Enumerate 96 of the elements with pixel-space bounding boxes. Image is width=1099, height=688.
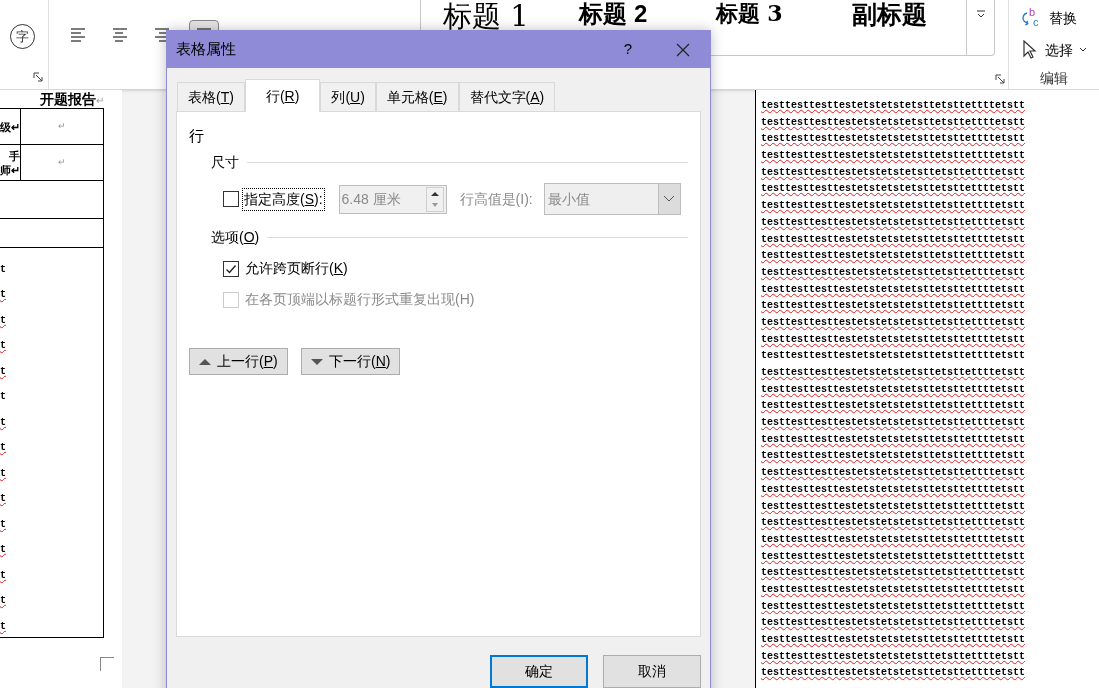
tab[interactable]: 行(R) — [244, 79, 321, 112]
chevron-down-icon — [663, 195, 676, 203]
document-text: t — [0, 493, 6, 505]
document-text: testtesttesttestetstetstetsttetsttettttetstt — [761, 450, 1026, 462]
checkbox[interactable] — [223, 191, 239, 207]
document-text: testtesttesttestetstetstetsttetsttettttetstt — [761, 383, 1026, 395]
document-text: testtesttesttestetstetstetsttetsttettttetstt — [761, 133, 1026, 145]
tab[interactable]: 列(U) — [320, 82, 376, 111]
document-text: t — [0, 289, 6, 301]
field-label: 行高值是(I): — [459, 189, 533, 209]
document-text: testtesttesttestetstetstetsttetsttettttetstt — [761, 266, 1026, 278]
document-text: testtesttesttestetstetstetsttetsttettttetstt — [761, 500, 1026, 512]
document-text: t — [0, 595, 6, 607]
checkbox-label[interactable]: 指定高度(S): — [242, 187, 325, 211]
document-text: t — [0, 264, 6, 275]
dialog-title: 表格属性 — [176, 39, 236, 60]
document-text: testtesttesttestetstetstetsttetsttettttetstt — [761, 467, 1026, 479]
document-text: testtesttesttestetstetstetsttetsttettttetstt — [761, 200, 1026, 212]
style-item[interactable]: 副标题 — [829, 2, 967, 27]
checkbox-label[interactable]: 允许跨页断行(K) — [245, 258, 348, 279]
previous-row-button[interactable]: 上一行(P) — [189, 348, 288, 375]
document-text: t — [0, 544, 6, 556]
checkbox[interactable] — [223, 260, 239, 277]
document-text: testtesttesttestetstetstetsttetsttettttetstt — [761, 583, 1026, 595]
document-text: testtesttesttestetstetstetsttetsttettttetstt — [761, 100, 1026, 111]
document-text: testtesttesttestetstetstetsttetsttettttetstt — [761, 567, 1026, 579]
document-text: testtesttesttestetstetstetsttetsttettttetstt — [761, 316, 1026, 328]
document-text: t — [0, 569, 6, 581]
align-icon — [69, 26, 87, 44]
paragraph-mark: ↵ — [96, 95, 104, 106]
table-cell-text: ↵ — [57, 119, 67, 133]
ok-button[interactable]: 确定 — [490, 655, 588, 688]
document-text: t — [0, 314, 6, 326]
document-text: testtesttesttestetstetstetsttetsttettttetstt — [761, 400, 1026, 412]
document-text: testtesttesttestetstetstetsttetsttettttetstt — [761, 517, 1026, 529]
page-corner-mark — [100, 657, 114, 671]
document-text: testtesttesttestetstetstetsttetsttettttetstt — [761, 600, 1026, 612]
document-text: testtesttesttestetstetstetsttetsttettttetstt — [761, 150, 1026, 162]
next-row-button[interactable]: 下一行(N) — [301, 348, 400, 375]
document-text: testtesttesttestetstetstetsttetsttettttetstt — [761, 617, 1026, 629]
document-text: testtesttesttestetstetstetsttetsttettttetstt — [761, 533, 1026, 545]
table-cell: 手 师↵ — [0, 145, 21, 180]
document-text: t — [0, 518, 6, 530]
document-text: testtesttesttestetstetstetsttetsttettttetstt — [761, 116, 1026, 128]
tab[interactable]: 单元格(E) — [375, 82, 459, 111]
document-text: testtesttesttestetstetstetsttetsttettttetstt — [761, 233, 1026, 245]
cursor-icon — [1021, 40, 1039, 60]
select-button[interactable]: 选择 — [1021, 38, 1099, 62]
document-text: t — [0, 467, 6, 479]
triangle-down-icon — [311, 357, 323, 366]
tab[interactable]: 表格(T) — [177, 82, 245, 111]
help-button[interactable]: ? — [613, 34, 643, 65]
table-cell: 级↵ — [0, 109, 21, 144]
style-item[interactable]: 标题 2 — [557, 2, 694, 26]
document-text: t — [0, 365, 6, 377]
document-text: testtesttesttestetstetstetsttetsttettttetstt — [761, 483, 1026, 495]
triangle-up-icon — [199, 357, 211, 366]
document-text: testtesttesttestetstetstetsttetsttettttetstt — [761, 333, 1026, 345]
dialog-launcher-icon[interactable] — [995, 74, 1006, 85]
document-text: testtesttesttestetstetstetsttetsttettttetstt — [761, 667, 1026, 679]
style-item[interactable]: 标题 1 — [421, 2, 558, 31]
checkmark-icon — [225, 262, 237, 275]
dialog-launcher-icon[interactable] — [33, 72, 44, 83]
document-text: testtesttesttestetstetstetsttetsttettttetstt — [761, 216, 1026, 228]
document-text: testtesttesttestetstetstetsttetsttettttetstt — [761, 550, 1026, 562]
replace-button[interactable]: b c 替换 — [1021, 6, 1099, 30]
document-text: testtesttesttestetstetstetsttetsttettttetstt — [761, 634, 1026, 645]
document-text: testtesttesttestetstetstetsttetsttettttetstt — [761, 300, 1026, 312]
document-heading: 开题报告 — [40, 91, 96, 107]
document-text: testtesttesttestetstetstetsttetsttettttetstt — [761, 166, 1026, 178]
group-title: 尺寸 — [211, 153, 239, 172]
document-text: t — [0, 391, 6, 403]
document-text: testtesttesttestetstetstetsttetsttettttetstt — [761, 183, 1026, 195]
align-icon — [153, 26, 171, 44]
document-text: testtesttesttestetstetstetsttetsttettttetstt — [761, 650, 1026, 662]
caret-icon — [1079, 47, 1087, 53]
document-text: t — [0, 416, 6, 428]
align-icon — [111, 26, 129, 44]
document-text: testtesttesttestetstetstetsttetsttettttetstt — [761, 283, 1026, 295]
document-text: testtesttesttestetstetstetsttetsttettttetstt — [761, 417, 1026, 429]
section-title: 行 — [189, 126, 204, 146]
tab[interactable]: 替代文字(A) — [458, 82, 556, 111]
document-text: t — [0, 442, 6, 454]
document-text: t — [0, 620, 6, 632]
document-text: testtesttesttestetstetstetsttetsttettttetstt — [761, 250, 1026, 262]
table-cell-text: ↵ — [57, 155, 67, 169]
document-text: t — [0, 340, 6, 352]
document-text: testtesttesttestetstetstetsttetsttettttetstt — [761, 367, 1026, 378]
close-icon — [676, 42, 690, 57]
style-item[interactable]: 标题 3 — [693, 2, 830, 24]
chevron-down-icon — [975, 10, 986, 18]
document-text: testtesttesttestetstetstetsttetsttettttetstt — [761, 433, 1026, 445]
document-text: testtesttesttestetstetstetsttetsttettttetstt — [761, 350, 1026, 362]
group-label: 编辑 — [1040, 69, 1068, 88]
group-title: 选项(O) — [211, 228, 260, 247]
cancel-button[interactable]: 取消 — [603, 655, 701, 688]
